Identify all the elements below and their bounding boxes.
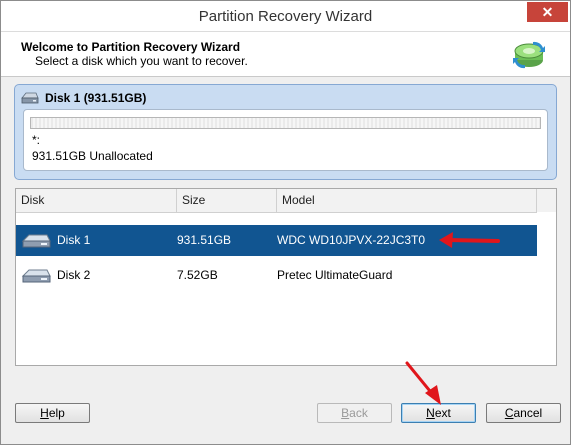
partition-map[interactable]: *: 931.51GB Unallocated: [23, 109, 548, 171]
column-header-disk[interactable]: Disk: [16, 189, 177, 212]
back-button[interactable]: Back: [317, 403, 392, 423]
arrow-to-next-button: [405, 361, 441, 405]
wizard-header: Welcome to Partition Recovery Wizard Sel…: [1, 32, 570, 77]
close-button[interactable]: ✕: [527, 2, 568, 22]
title-bar: Partition Recovery Wizard ✕: [1, 1, 570, 32]
selected-disk-panel: Disk 1 (931.51GB) *: 931.51GB Unallocate…: [14, 84, 557, 180]
partition-recovery-wizard-window: Partition Recovery Wizard ✕ Welcome to P…: [0, 0, 571, 445]
help-button-hotkey: H: [40, 406, 49, 420]
disk-name: Disk 2: [57, 268, 91, 282]
disk-name: Disk 1: [57, 233, 91, 247]
partition-bar: [30, 117, 541, 129]
disk-list: Disk Size Model Disk 1 931.51GB WDC WD10…: [15, 188, 557, 366]
wizard-disk-icon: [513, 41, 545, 69]
column-header-size[interactable]: Size: [177, 189, 277, 212]
next-button[interactable]: Next: [401, 403, 476, 423]
disk-row-2[interactable]: Disk 2 7.52GB Pretec UltimateGuard: [16, 260, 537, 291]
help-button[interactable]: Help: [15, 403, 90, 423]
hard-disk-icon: [21, 92, 39, 104]
wizard-subheading: Select a disk which you want to recover.: [35, 54, 248, 68]
partition-info: 931.51GB Unallocated: [32, 149, 153, 163]
hard-disk-icon: [21, 269, 51, 283]
next-button-label-suffix: ext: [434, 406, 451, 420]
hard-disk-icon: [21, 234, 51, 248]
disk-size: 931.51GB: [177, 233, 232, 247]
help-button-label-suffix: elp: [48, 406, 65, 420]
next-button-hotkey: N: [426, 406, 435, 420]
column-header-model[interactable]: Model: [277, 189, 537, 212]
disk-row-1[interactable]: Disk 1 931.51GB WDC WD10JPVX-22JC3T0: [16, 225, 537, 256]
back-button-label-suffix: ack: [349, 406, 368, 420]
close-icon: ✕: [541, 4, 554, 20]
disk-list-scroll-area: [537, 212, 556, 365]
disk-list-header: Disk Size Model: [16, 189, 556, 213]
disk-panel-title: Disk 1 (931.51GB): [45, 91, 147, 105]
window-title: Partition Recovery Wizard: [198, 8, 373, 25]
cancel-button-label-suffix: ancel: [513, 406, 543, 420]
wizard-heading: Welcome to Partition Recovery Wizard: [21, 40, 241, 54]
disk-model: WDC WD10JPVX-22JC3T0: [277, 233, 426, 247]
back-button-hotkey: B: [341, 406, 350, 420]
disk-size: 7.52GB: [177, 268, 218, 282]
cancel-button[interactable]: Cancel: [486, 403, 561, 423]
partition-label: *:: [32, 133, 41, 147]
disk-model: Pretec UltimateGuard: [277, 268, 393, 282]
